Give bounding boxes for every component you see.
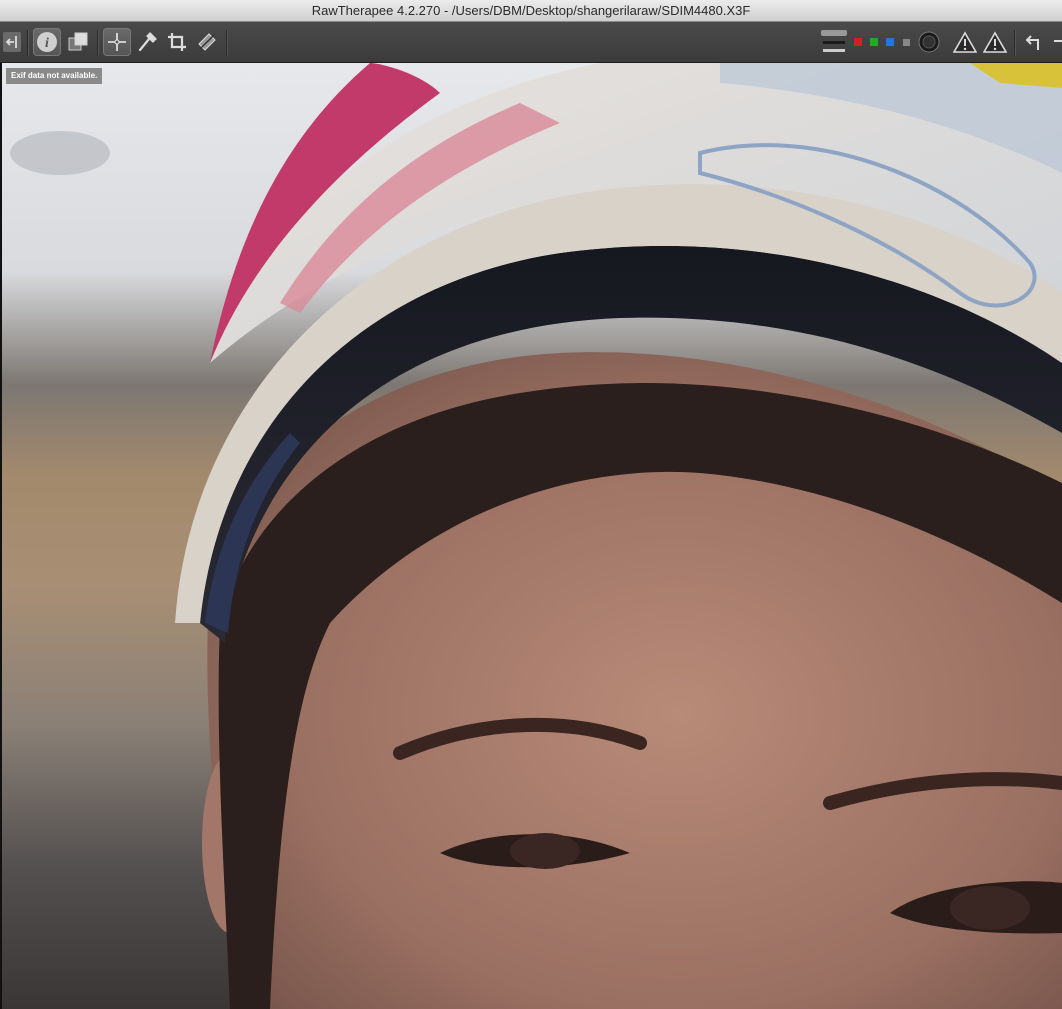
color-picker-button[interactable] (133, 28, 161, 56)
highlight-clipping-warning-button[interactable] (981, 28, 1009, 56)
info-icon: i (37, 32, 57, 52)
viewer-left-border (0, 63, 2, 1009)
hand-icon (108, 33, 126, 51)
info-button[interactable]: i (33, 28, 61, 56)
straighten-icon (198, 33, 216, 51)
collapse-left-icon (3, 32, 21, 52)
red-channel-icon (854, 38, 862, 46)
photo-canvas (0, 63, 1062, 1009)
exif-notice: Exif data not available. (6, 68, 103, 84)
luminance-channel-button[interactable] (900, 28, 912, 56)
overflow-icon (1054, 40, 1062, 42)
hand-tool-button[interactable] (103, 28, 131, 56)
focus-mask-icon (918, 31, 940, 53)
crop-icon (168, 33, 186, 51)
luminance-channel-icon (903, 39, 910, 46)
highlight-clipping-warning-icon (983, 31, 1007, 53)
rotate-left-icon (1025, 35, 1039, 50)
toolbar-overflow-button[interactable] (1050, 28, 1062, 56)
blue-channel-button[interactable] (884, 28, 896, 56)
collapse-left-panel-button[interactable] (0, 28, 24, 56)
preview-mode-button[interactable] (818, 28, 850, 56)
shadow-clipping-warning-button[interactable] (951, 28, 979, 56)
rotate-left-button[interactable] (1020, 28, 1046, 56)
toolbar-separator (1014, 30, 1016, 56)
window-title: RawTherapee 4.2.270 - /Users/DBM/Desktop… (311, 3, 751, 18)
straighten-button[interactable] (193, 28, 221, 56)
editor-toolbar: i (0, 22, 1062, 63)
preview-mode-icon (821, 30, 847, 52)
blue-channel-icon (886, 38, 894, 46)
toolbar-separator (97, 30, 99, 56)
crop-button[interactable] (163, 28, 191, 56)
toolbar-separator (27, 30, 29, 56)
green-channel-icon (870, 38, 878, 46)
focus-mask-button[interactable] (915, 28, 943, 56)
image-preview[interactable] (0, 63, 1062, 1009)
red-channel-button[interactable] (852, 28, 864, 56)
color-picker-icon (138, 32, 157, 52)
shadow-clipping-warning-icon (953, 31, 977, 53)
window-title-bar: RawTherapee 4.2.270 - /Users/DBM/Desktop… (0, 0, 1062, 22)
toolbar-separator (226, 30, 228, 56)
green-channel-button[interactable] (868, 28, 880, 56)
before-after-button[interactable] (64, 28, 92, 56)
before-after-icon (68, 32, 88, 51)
svg-text:i: i (45, 36, 49, 51)
